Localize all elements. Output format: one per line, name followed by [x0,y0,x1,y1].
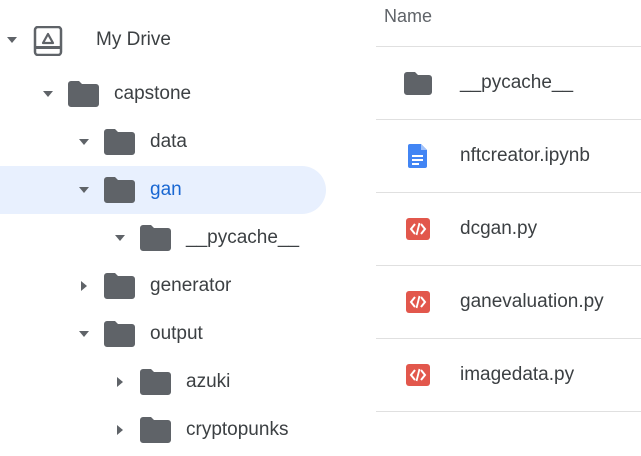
file-name: nftcreator.ipynb [460,145,590,166]
expand-arrow-icon[interactable] [114,232,126,244]
tree-item-gan[interactable]: gan [0,166,340,214]
file-row[interactable]: imagedata.py [376,339,641,412]
tree-item-my-drive[interactable]: My Drive [0,16,340,64]
tree-item-output[interactable]: output [0,310,340,358]
tree-item-capstone[interactable]: capstone [0,70,340,118]
file-name: dcgan.py [460,218,538,239]
tree-item-label: gan [150,179,182,200]
tree-item-label: output [150,323,203,344]
file-name: ganevaluation.py [460,291,604,312]
folder-tree: My Drive capstone data gan __pycache__ g… [0,0,375,456]
tree-item-label: cryptopunks [186,419,289,440]
code-file-icon [406,218,430,240]
folder-icon [140,417,171,443]
file-name: __pycache__ [460,72,574,93]
expand-arrow-icon[interactable] [78,136,90,148]
file-row[interactable]: dcgan.py [376,193,641,266]
collapsed-arrow-icon[interactable] [114,376,126,388]
folder-icon [140,369,171,395]
expand-arrow-icon[interactable] [6,34,18,46]
code-file-icon [406,364,430,386]
file-list: Name __pycache__ nftcreator.ipynb dcgan.… [376,0,641,456]
tree-item-label: capstone [114,83,192,104]
code-file-icon [406,291,430,313]
expand-arrow-icon[interactable] [42,88,54,100]
collapsed-arrow-icon[interactable] [78,280,90,292]
tree-item-cryptopunks[interactable]: cryptopunks [0,406,340,454]
tree-item-label: data [150,131,187,152]
tree-item-label: My Drive [96,29,171,50]
tree-item-label: __pycache__ [186,227,300,248]
name-column-header[interactable]: Name [376,0,641,47]
expand-arrow-icon[interactable] [78,184,90,196]
folder-icon [404,72,432,95]
folder-icon [104,177,135,203]
column-header-label: Name [384,6,433,26]
tree-item-pycache[interactable]: __pycache__ [0,214,340,262]
file-row[interactable]: __pycache__ [376,47,641,120]
file-row[interactable]: ganevaluation.py [376,266,641,339]
file-name: imagedata.py [460,364,575,385]
folder-icon [140,225,171,251]
collapsed-arrow-icon[interactable] [114,424,126,436]
folder-icon [104,273,135,299]
file-row[interactable]: nftcreator.ipynb [376,120,641,193]
folder-icon [68,81,99,107]
my-drive-icon [33,26,63,56]
folder-icon [104,321,135,347]
tree-item-azuki[interactable]: azuki [0,358,340,406]
google-doc-icon [408,144,427,168]
tree-item-generator[interactable]: generator [0,262,340,310]
folder-icon [104,129,135,155]
tree-item-label: generator [150,275,232,296]
tree-item-data[interactable]: data [0,118,340,166]
tree-item-label: azuki [186,371,231,392]
expand-arrow-icon[interactable] [78,328,90,340]
